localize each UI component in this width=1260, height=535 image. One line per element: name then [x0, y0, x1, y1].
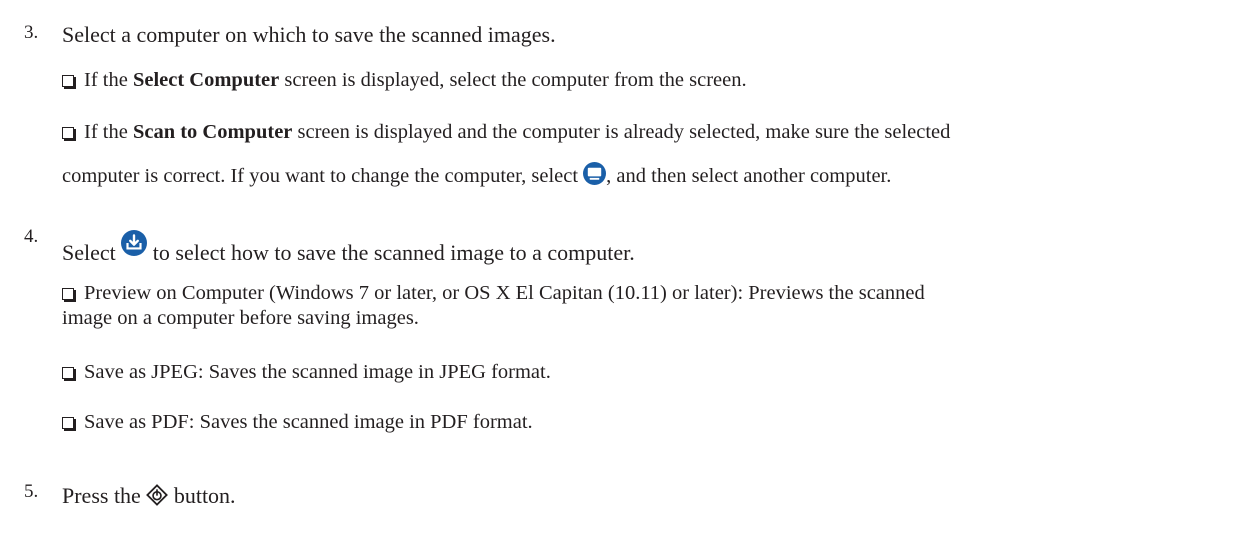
screen-name: Select Computer — [132, 69, 280, 91]
step-text-part: button. — [168, 483, 236, 508]
bullet-text: Save as PDF: Saves the scanned image in … — [84, 411, 533, 433]
bullet-text: If the — [84, 121, 133, 143]
step-text: Select to select how to save the scanned… — [62, 230, 635, 265]
step-number: 3. — [24, 22, 39, 43]
list-item: Save as PDF: Saves the scanned image in … — [62, 405, 1257, 439]
computer-select-icon — [583, 161, 607, 197]
checkbox-bullet-icon — [62, 127, 74, 139]
checkbox-bullet-icon — [62, 75, 74, 87]
bullet-text: screen is displayed and the computer is … — [292, 121, 951, 143]
checkbox-bullet-icon — [62, 417, 74, 429]
step-number: 5. — [24, 481, 39, 502]
checkbox-bullet-icon — [62, 288, 74, 300]
list-item: If the Select Computer screen is display… — [62, 63, 1257, 97]
bullet-text: Preview on Computer (Windows 7 or later,… — [84, 282, 925, 304]
step-text-part: Select — [62, 240, 122, 265]
step-text: Press the button. — [62, 484, 236, 511]
start-button-icon — [146, 484, 169, 511]
list-item: If the Scan to Computer screen is displa… — [62, 114, 1257, 197]
bullet-text: image on a computer before saving images… — [62, 307, 419, 329]
bullet-text: If the — [84, 69, 133, 91]
step-text-part: Press the — [62, 483, 147, 508]
bullet-text: , and then select another computer. — [606, 165, 892, 187]
bullet-text: screen is displayed, select the computer… — [279, 69, 747, 91]
step-text-part: to select how to save the scanned image … — [147, 240, 635, 265]
bullet-text: computer is correct. If you want to chan… — [62, 165, 584, 187]
save-to-computer-icon — [121, 230, 148, 261]
list-item: Preview on Computer (Windows 7 or later,… — [62, 281, 1257, 331]
list-item: Save as JPEG: Saves the scanned image in… — [62, 355, 1257, 389]
checkbox-bullet-icon — [62, 367, 74, 379]
screen-name: Scan to Computer — [132, 121, 293, 143]
step-text: Select a computer on which to save the s… — [62, 22, 556, 47]
bullet-text: Save as JPEG: Saves the scanned image in… — [84, 361, 551, 383]
step-number: 4. — [24, 226, 39, 247]
